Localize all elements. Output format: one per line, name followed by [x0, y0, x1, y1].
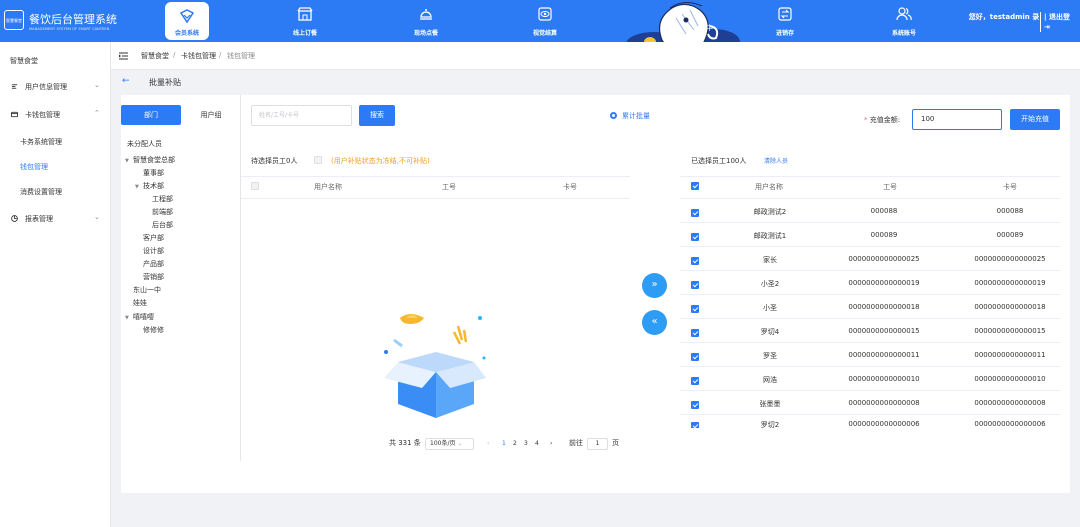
- row-checkbox[interactable]: [691, 305, 699, 313]
- page-size-value: 100条/页: [430, 440, 456, 447]
- selected-table-body: 邮政测试2 000088 000088 邮政测试1 000089 000089 家长 0000…: [0, 0, 1080, 428]
- user-name-cell: 邮政测试2: [753, 208, 787, 216]
- row-divider: [680, 414, 1060, 415]
- card-no-cell: 000088: [996, 207, 1024, 215]
- next-page-button[interactable]: ›: [550, 440, 552, 447]
- page-number[interactable]: 1: [502, 440, 506, 447]
- employee-no-cell: 0000000000000008: [848, 399, 920, 407]
- employee-no-cell: 0000000000000011: [848, 351, 920, 359]
- goto-page-input[interactable]: 1: [587, 438, 608, 450]
- page-number[interactable]: 2: [513, 440, 517, 447]
- user-name-cell: 罗圣: [763, 352, 777, 360]
- user-name-cell: 小圣2: [760, 280, 780, 288]
- row-divider: [680, 390, 1060, 391]
- employee-no-cell: 0000000000000010: [848, 375, 920, 383]
- card-no-cell: 0000000000000025: [974, 255, 1046, 263]
- row-checkbox[interactable]: [691, 422, 699, 428]
- page-unit-label: 页: [612, 439, 619, 447]
- user-name-cell: 小圣: [763, 304, 777, 312]
- row-divider: [680, 222, 1060, 223]
- row-checkbox[interactable]: [691, 329, 699, 337]
- row-divider: [680, 246, 1060, 247]
- prev-page-button[interactable]: ‹: [487, 440, 489, 447]
- row-divider: [680, 342, 1060, 343]
- row-divider: [680, 270, 1060, 271]
- employee-no-cell: 000088: [870, 207, 898, 215]
- card-no-cell: 0000000000000006: [974, 420, 1046, 428]
- row-checkbox[interactable]: [691, 257, 699, 265]
- user-name-cell: 网浩: [763, 376, 777, 384]
- user-name-cell: 邮政测试1: [753, 232, 787, 240]
- employee-no-cell: 0000000000000019: [848, 279, 920, 287]
- user-name-cell: 罗切4: [760, 328, 780, 336]
- card-no-cell: 0000000000000019: [974, 279, 1046, 287]
- row-checkbox[interactable]: [691, 209, 699, 217]
- card-no-cell: 0000000000000011: [974, 351, 1046, 359]
- goto-label: 前往: [569, 439, 583, 447]
- card-no-cell: 0000000000000018: [974, 303, 1046, 311]
- row-checkbox[interactable]: [691, 353, 699, 361]
- card-no-cell: 0000000000000010: [974, 375, 1046, 383]
- row-checkbox[interactable]: [691, 233, 699, 241]
- employee-no-cell: 0000000000000006: [848, 420, 920, 428]
- card-no-cell: 0000000000000008: [974, 399, 1046, 407]
- pagination-total: 共 331 条: [389, 439, 421, 447]
- row-checkbox[interactable]: [691, 377, 699, 385]
- card-no-cell: 0000000000000015: [974, 327, 1046, 335]
- card-no-cell: 000089: [996, 231, 1024, 239]
- user-name-cell: 家长: [763, 256, 777, 264]
- employee-no-cell: 0000000000000015: [848, 327, 920, 335]
- user-name-cell: 张墨墨: [759, 400, 781, 408]
- row-divider: [680, 366, 1060, 367]
- chevron-down-icon: ⌄: [457, 440, 463, 447]
- row-divider: [680, 294, 1060, 295]
- employee-no-cell: 000089: [870, 231, 898, 239]
- row-checkbox[interactable]: [691, 281, 699, 289]
- user-name-cell: 罗切2: [760, 421, 780, 428]
- page-number[interactable]: 4: [535, 440, 539, 447]
- row-checkbox[interactable]: [691, 401, 699, 409]
- employee-no-cell: 0000000000000025: [848, 255, 920, 263]
- page-size-select[interactable]: 100条/页 ⌄: [425, 438, 474, 450]
- page-number[interactable]: 3: [524, 440, 528, 447]
- row-divider: [680, 318, 1060, 319]
- employee-no-cell: 0000000000000018: [848, 303, 920, 311]
